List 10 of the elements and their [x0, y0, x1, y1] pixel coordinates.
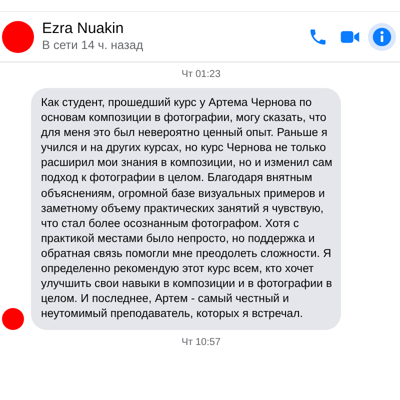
contact-name: Ezra Nuakin	[42, 20, 125, 38]
avatar	[2, 20, 34, 52]
timestamp: Чт 10:57	[180, 337, 222, 350]
avatar	[2, 308, 24, 330]
info-button[interactable]	[368, 22, 396, 50]
phone-icon	[308, 26, 328, 46]
timestamp: Чт 01:23	[180, 69, 222, 81]
message-bubble: Как студент, прошедший курс у Артема Чернова по основам композиции в фотографии, могу сказать, что для меня это был невероятно ценный опыт. Раньше я учился и на других курсах, но курс Чернова не только расширил мои знания в композиции, но и изменил сам подход к фотографии в целом. Благодаря внятным объяснениям, огромной базе визуальных примеров и заметному объему практических занятий я чувствую, что стал более осознанным фотографом. Хотя с практикой местами было непросто, но поддержка и обратная связь помогли мне преодолеть сложности. Я определенно рекомендую этот курс всем, кто хочет улучшить свои навыки в композиции и в фотографии в целом. И последнее, Артем - самый честный и неутомимый преподаватель, которых я встречал.	[31, 88, 341, 330]
online-status: В сети 14 ч. назад	[42, 38, 144, 53]
info-icon	[372, 26, 392, 46]
